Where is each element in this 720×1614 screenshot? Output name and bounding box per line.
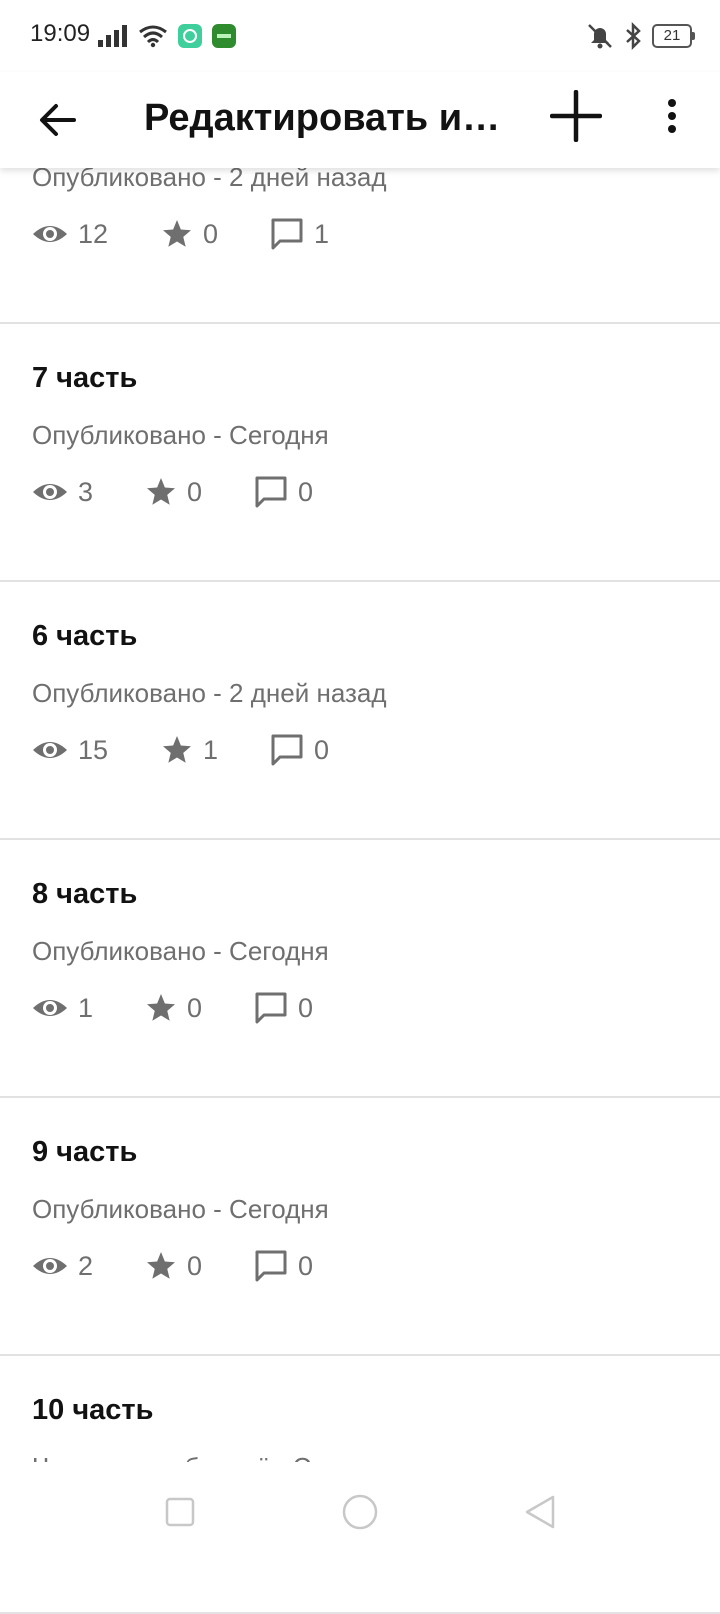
votes-stat: 0 bbox=[145, 1250, 254, 1282]
part-title: 9 часть bbox=[32, 1136, 138, 1168]
comments-count: 1 bbox=[314, 218, 330, 249]
votes-stat: 1 bbox=[161, 734, 270, 766]
comments-count: 0 bbox=[298, 1250, 314, 1281]
votes-stat: 0 bbox=[161, 218, 270, 250]
votes-stat: 0 bbox=[145, 476, 254, 508]
part-status: Опубликовано - Сегодня bbox=[32, 1194, 329, 1224]
signal-icon bbox=[98, 25, 127, 47]
views-count: 1 bbox=[78, 992, 94, 1023]
app-toolbar: Редактировать и… bbox=[0, 72, 720, 168]
star-icon bbox=[147, 994, 175, 1021]
views-stat: 3 bbox=[32, 477, 145, 508]
votes-stat: 0 bbox=[145, 992, 254, 1024]
views-stat: 15 bbox=[32, 735, 161, 766]
comments-stat: 1 bbox=[270, 217, 329, 251]
more-options-button[interactable] bbox=[646, 86, 698, 146]
part-stats: 15 1 0 bbox=[32, 730, 329, 770]
part-item[interactable]: 7 часть Опубликовано - Сегодня 3 0 0 bbox=[0, 324, 720, 582]
add-part-button[interactable] bbox=[546, 86, 606, 146]
comment-icon bbox=[255, 1250, 287, 1282]
app-notification-icon bbox=[178, 24, 202, 48]
views-count: 15 bbox=[78, 734, 109, 765]
part-status: Опубликовано - Сегодня bbox=[32, 936, 329, 966]
triangle-back-icon bbox=[525, 1495, 555, 1529]
star-icon bbox=[163, 736, 191, 763]
bluetooth-icon bbox=[626, 22, 641, 50]
vibrate-off-icon bbox=[588, 24, 612, 49]
comments-stat: 0 bbox=[254, 991, 313, 1025]
square-icon bbox=[165, 1497, 195, 1527]
system-nav-bar bbox=[0, 1462, 720, 1560]
part-stats: 1 0 0 bbox=[32, 988, 313, 1028]
votes-count: 0 bbox=[187, 476, 203, 507]
recents-button[interactable] bbox=[160, 1492, 200, 1532]
status-icons-left bbox=[98, 20, 236, 52]
app-notification-icon bbox=[212, 24, 236, 48]
comments-count: 0 bbox=[298, 992, 314, 1023]
votes-count: 1 bbox=[203, 734, 219, 765]
comment-icon bbox=[255, 992, 287, 1024]
part-item[interactable]: 6 часть Опубликовано - 2 дней назад 15 1… bbox=[0, 582, 720, 840]
status-bar: 19:09 21 bbox=[0, 0, 720, 72]
more-vertical-icon bbox=[668, 99, 676, 133]
eye-icon bbox=[33, 742, 67, 758]
eye-icon bbox=[33, 484, 67, 500]
views-count: 2 bbox=[78, 1250, 94, 1281]
star-icon bbox=[147, 1252, 175, 1279]
home-button[interactable] bbox=[340, 1492, 380, 1532]
part-status: Опубликовано - 2 дней назад bbox=[32, 678, 387, 708]
arrow-back-icon bbox=[40, 104, 76, 136]
circle-icon bbox=[342, 1494, 378, 1530]
comments-stat: 0 bbox=[254, 1249, 313, 1283]
comment-icon bbox=[271, 218, 303, 250]
part-item[interactable]: 8 часть Опубликовано - Сегодня 1 0 0 bbox=[0, 840, 720, 1098]
comments-stat: 0 bbox=[254, 475, 313, 509]
part-item[interactable]: 9 часть Опубликовано - Сегодня 2 0 0 bbox=[0, 1098, 720, 1356]
views-count: 3 bbox=[78, 476, 94, 507]
status-icons-right: 21 bbox=[586, 20, 695, 52]
part-stats: 2 0 0 bbox=[32, 1246, 313, 1286]
star-icon bbox=[163, 220, 191, 247]
eye-icon bbox=[33, 1258, 67, 1274]
votes-count: 0 bbox=[187, 1250, 203, 1281]
views-stat: 2 bbox=[32, 1251, 145, 1282]
eye-icon bbox=[33, 226, 67, 242]
back-button[interactable] bbox=[28, 90, 88, 150]
comments-count: 0 bbox=[298, 476, 314, 507]
comment-icon bbox=[255, 476, 287, 508]
wifi-icon bbox=[139, 25, 167, 48]
part-stats: 3 0 0 bbox=[32, 472, 313, 512]
comments-count: 0 bbox=[314, 734, 330, 765]
eye-icon bbox=[33, 1000, 67, 1016]
part-title: 8 часть bbox=[32, 878, 138, 910]
comments-stat: 0 bbox=[270, 733, 329, 767]
views-count: 12 bbox=[78, 218, 109, 249]
votes-count: 0 bbox=[187, 992, 203, 1023]
part-stats: 12 0 1 bbox=[32, 214, 329, 254]
plus-icon bbox=[550, 90, 602, 142]
views-stat: 12 bbox=[32, 219, 161, 250]
battery-indicator: 21 bbox=[652, 24, 695, 48]
part-title: 7 часть bbox=[32, 362, 138, 394]
back-nav-button[interactable] bbox=[520, 1492, 560, 1532]
page-title: Редактировать и… bbox=[144, 97, 501, 139]
part-status: Опубликовано - Сегодня bbox=[32, 420, 329, 450]
part-title: 10 часть bbox=[32, 1394, 154, 1426]
views-stat: 1 bbox=[32, 993, 145, 1024]
part-title: 6 часть bbox=[32, 620, 138, 652]
comment-icon bbox=[271, 734, 303, 766]
star-icon bbox=[147, 478, 175, 505]
status-time: 19:09 bbox=[30, 20, 91, 47]
votes-count: 0 bbox=[203, 218, 219, 249]
